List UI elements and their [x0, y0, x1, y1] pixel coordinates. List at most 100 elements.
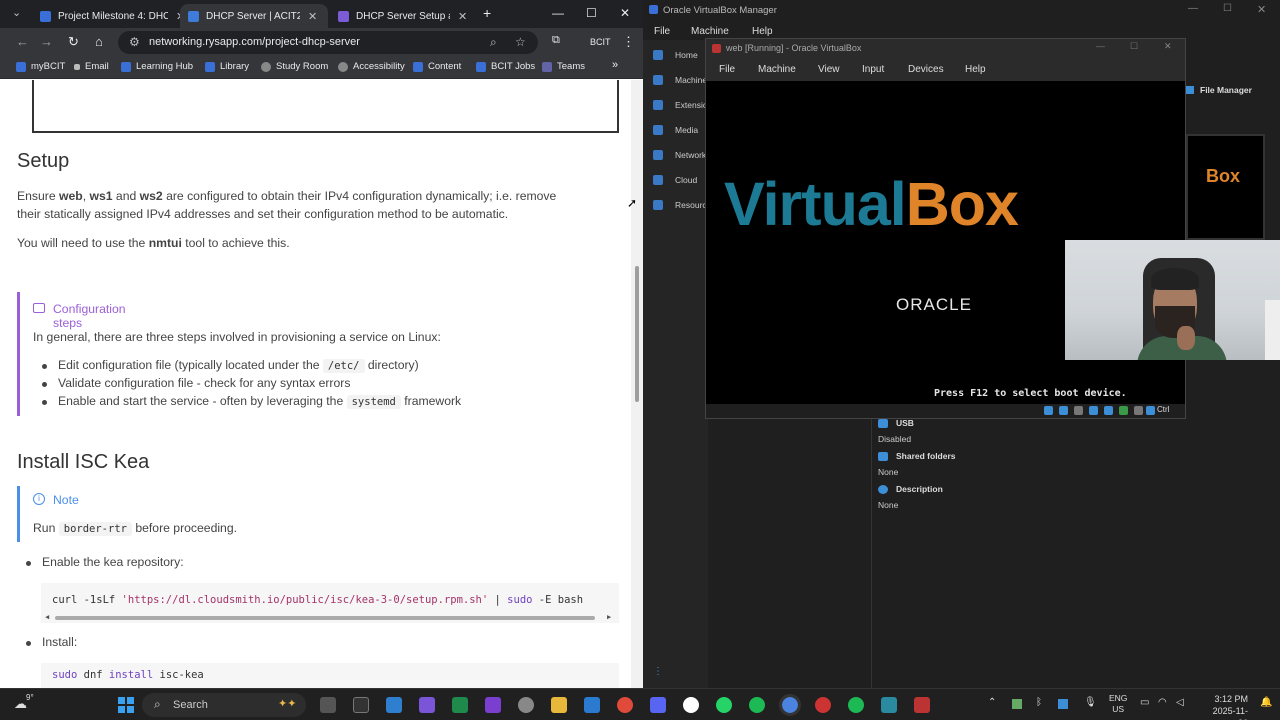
notification-bell-icon[interactable]: 🔔 [1260, 697, 1272, 708]
menu-input[interactable]: Input [862, 64, 884, 75]
outlook-icon[interactable] [584, 697, 600, 713]
audio-icon[interactable] [1074, 406, 1083, 415]
extensions-icon[interactable]: ⧉ [552, 34, 560, 47]
sidebar-item-home[interactable]: Home [653, 50, 698, 60]
menu-icon[interactable]: ⋮ [622, 34, 635, 50]
bookmark-library[interactable]: Library [205, 61, 249, 72]
scroll-left-icon[interactable]: ◀ [45, 613, 49, 621]
vscode-icon[interactable] [386, 697, 402, 713]
address-bar[interactable]: ⚙ networking.rysapp.com/project-dhcp-ser… [118, 31, 538, 54]
settings-icon[interactable] [518, 697, 534, 713]
clock[interactable]: 3:12 PM 2025-11-26 [1208, 693, 1248, 720]
bookmark-email[interactable]: Email [74, 61, 109, 72]
discord-icon[interactable] [650, 697, 666, 713]
task-view-icon[interactable] [320, 697, 336, 713]
terminal-icon[interactable] [353, 697, 369, 713]
tab-dhcp-server[interactable]: DHCP Server | ACIT2620 ✕ [180, 4, 328, 28]
chevron-up-icon[interactable]: ⌃ [988, 697, 996, 708]
code-block-curl[interactable]: curl -1sLf 'https://dl.cloudsmith.io/pub… [41, 583, 619, 623]
forward-icon[interactable]: → [40, 34, 53, 49]
bookmark-accessibility[interactable]: Accessibility [338, 61, 405, 72]
sidebar-item-network[interactable]: Network [653, 150, 706, 160]
spotify-icon[interactable] [848, 697, 864, 713]
menu-view[interactable]: View [818, 64, 840, 75]
back-icon[interactable]: ← [16, 34, 29, 49]
recording-icon[interactable] [1134, 406, 1143, 415]
optical-icon[interactable] [1059, 406, 1068, 415]
new-tab-icon[interactable]: + [483, 5, 491, 21]
sidebar-menu-icon[interactable]: ⋮ [653, 666, 663, 677]
file-manager-tab[interactable]: File Manager [1186, 85, 1252, 95]
app-icon[interactable] [815, 697, 831, 713]
mouse-icon[interactable] [1146, 406, 1155, 415]
bookmark-learning-hub[interactable]: Learning Hub [121, 61, 193, 72]
chrome-icon[interactable] [617, 697, 633, 713]
menu-file[interactable]: File [654, 26, 670, 37]
sidebar-item-cloud[interactable]: Cloud [653, 175, 697, 185]
minimize-icon[interactable]: — [1188, 3, 1198, 14]
spotify-icon[interactable] [749, 697, 765, 713]
close-icon[interactable]: ✕ [308, 10, 317, 23]
bookmark-teams[interactable]: Teams [542, 61, 585, 72]
volume-icon[interactable]: ◁ [1176, 697, 1184, 708]
virtualbox-icon[interactable] [881, 697, 897, 713]
code-block-install[interactable]: sudo dnf install isc-kea [41, 663, 619, 688]
maximize-icon[interactable]: ☐ [1130, 41, 1138, 52]
bookmark-bcit-jobs[interactable]: BCIT Jobs [476, 61, 535, 72]
whatsapp-icon[interactable] [716, 697, 732, 713]
zoom-icon[interactable]: ⌕ [490, 35, 497, 50]
maximize-icon[interactable]: ☐ [1223, 3, 1232, 14]
menu-machine[interactable]: Machine [691, 26, 729, 37]
language-indicator[interactable]: ENG US [1109, 693, 1127, 715]
profile-icon[interactable]: BCIT [590, 37, 611, 47]
sidebar-item-media[interactable]: Media [653, 125, 698, 135]
more-bookmarks-icon[interactable]: » [612, 59, 618, 71]
menu-help[interactable]: Help [965, 64, 986, 75]
maximize-icon[interactable]: ☐ [586, 6, 597, 20]
menu-devices[interactable]: Devices [908, 64, 944, 75]
tab-project-milestone[interactable]: Project Milestone 4: DHCP ✕ [32, 4, 193, 28]
virtualbox-vm-icon[interactable] [914, 697, 930, 713]
usb-icon[interactable] [1104, 406, 1113, 415]
page-scrollbar[interactable] [631, 80, 643, 688]
sidebar-item-machines[interactable]: Machines [653, 75, 711, 85]
minimize-icon[interactable]: — [552, 6, 564, 20]
close-icon[interactable]: ✕ [1164, 41, 1172, 52]
menu-machine[interactable]: Machine [758, 64, 796, 75]
close-icon[interactable]: ✕ [458, 10, 467, 23]
bookmark-mybcit[interactable]: myBCIT [16, 61, 65, 72]
scroll-right-icon[interactable]: ▶ [607, 613, 611, 621]
app-icon[interactable] [452, 697, 468, 713]
claude-icon[interactable] [419, 697, 435, 713]
bookmark-study-room[interactable]: Study Room [261, 61, 328, 72]
menu-file[interactable]: File [719, 64, 735, 75]
scroll-thumb[interactable] [55, 616, 595, 620]
home-icon[interactable]: ⌂ [95, 34, 103, 49]
display-icon[interactable]: ▭ [1140, 697, 1149, 708]
bookmark-star-icon[interactable]: ☆ [515, 35, 526, 49]
microphone-icon[interactable]: 🎙 [1084, 697, 1097, 708]
site-info-icon[interactable]: ⚙ [129, 35, 140, 49]
network-icon[interactable] [1089, 406, 1098, 415]
bookmark-content[interactable]: Content [413, 61, 461, 72]
start-icon[interactable] [118, 697, 134, 713]
tray-app-icon[interactable] [1012, 699, 1022, 709]
bluetooth-icon[interactable]: ᛒ [1036, 697, 1042, 708]
hdd-icon[interactable] [1044, 406, 1053, 415]
slack-icon[interactable] [683, 697, 699, 713]
wifi-icon[interactable]: ◠ [1158, 697, 1167, 708]
minimize-icon[interactable]: — [1096, 41, 1105, 51]
chrome-active-icon[interactable] [779, 694, 801, 716]
menu-help[interactable]: Help [752, 26, 773, 37]
tab-search-icon[interactable]: ⌄ [12, 6, 21, 19]
close-window-icon[interactable]: ✕ [620, 6, 630, 20]
reload-icon[interactable]: ↻ [68, 34, 79, 50]
folder-icon[interactable] [551, 697, 567, 713]
horizontal-scrollbar[interactable]: ◀ ▶ [45, 613, 615, 621]
tab-dhcp-setup[interactable]: DHCP Server Setup and ✕ [330, 4, 475, 28]
shared-folder-icon[interactable] [1119, 406, 1128, 415]
vpn-icon[interactable] [485, 697, 501, 713]
scroll-thumb[interactable] [635, 266, 639, 402]
close-icon[interactable]: ✕ [1257, 3, 1266, 16]
search-box[interactable]: ⌕ Search ✦✦ [142, 693, 306, 717]
